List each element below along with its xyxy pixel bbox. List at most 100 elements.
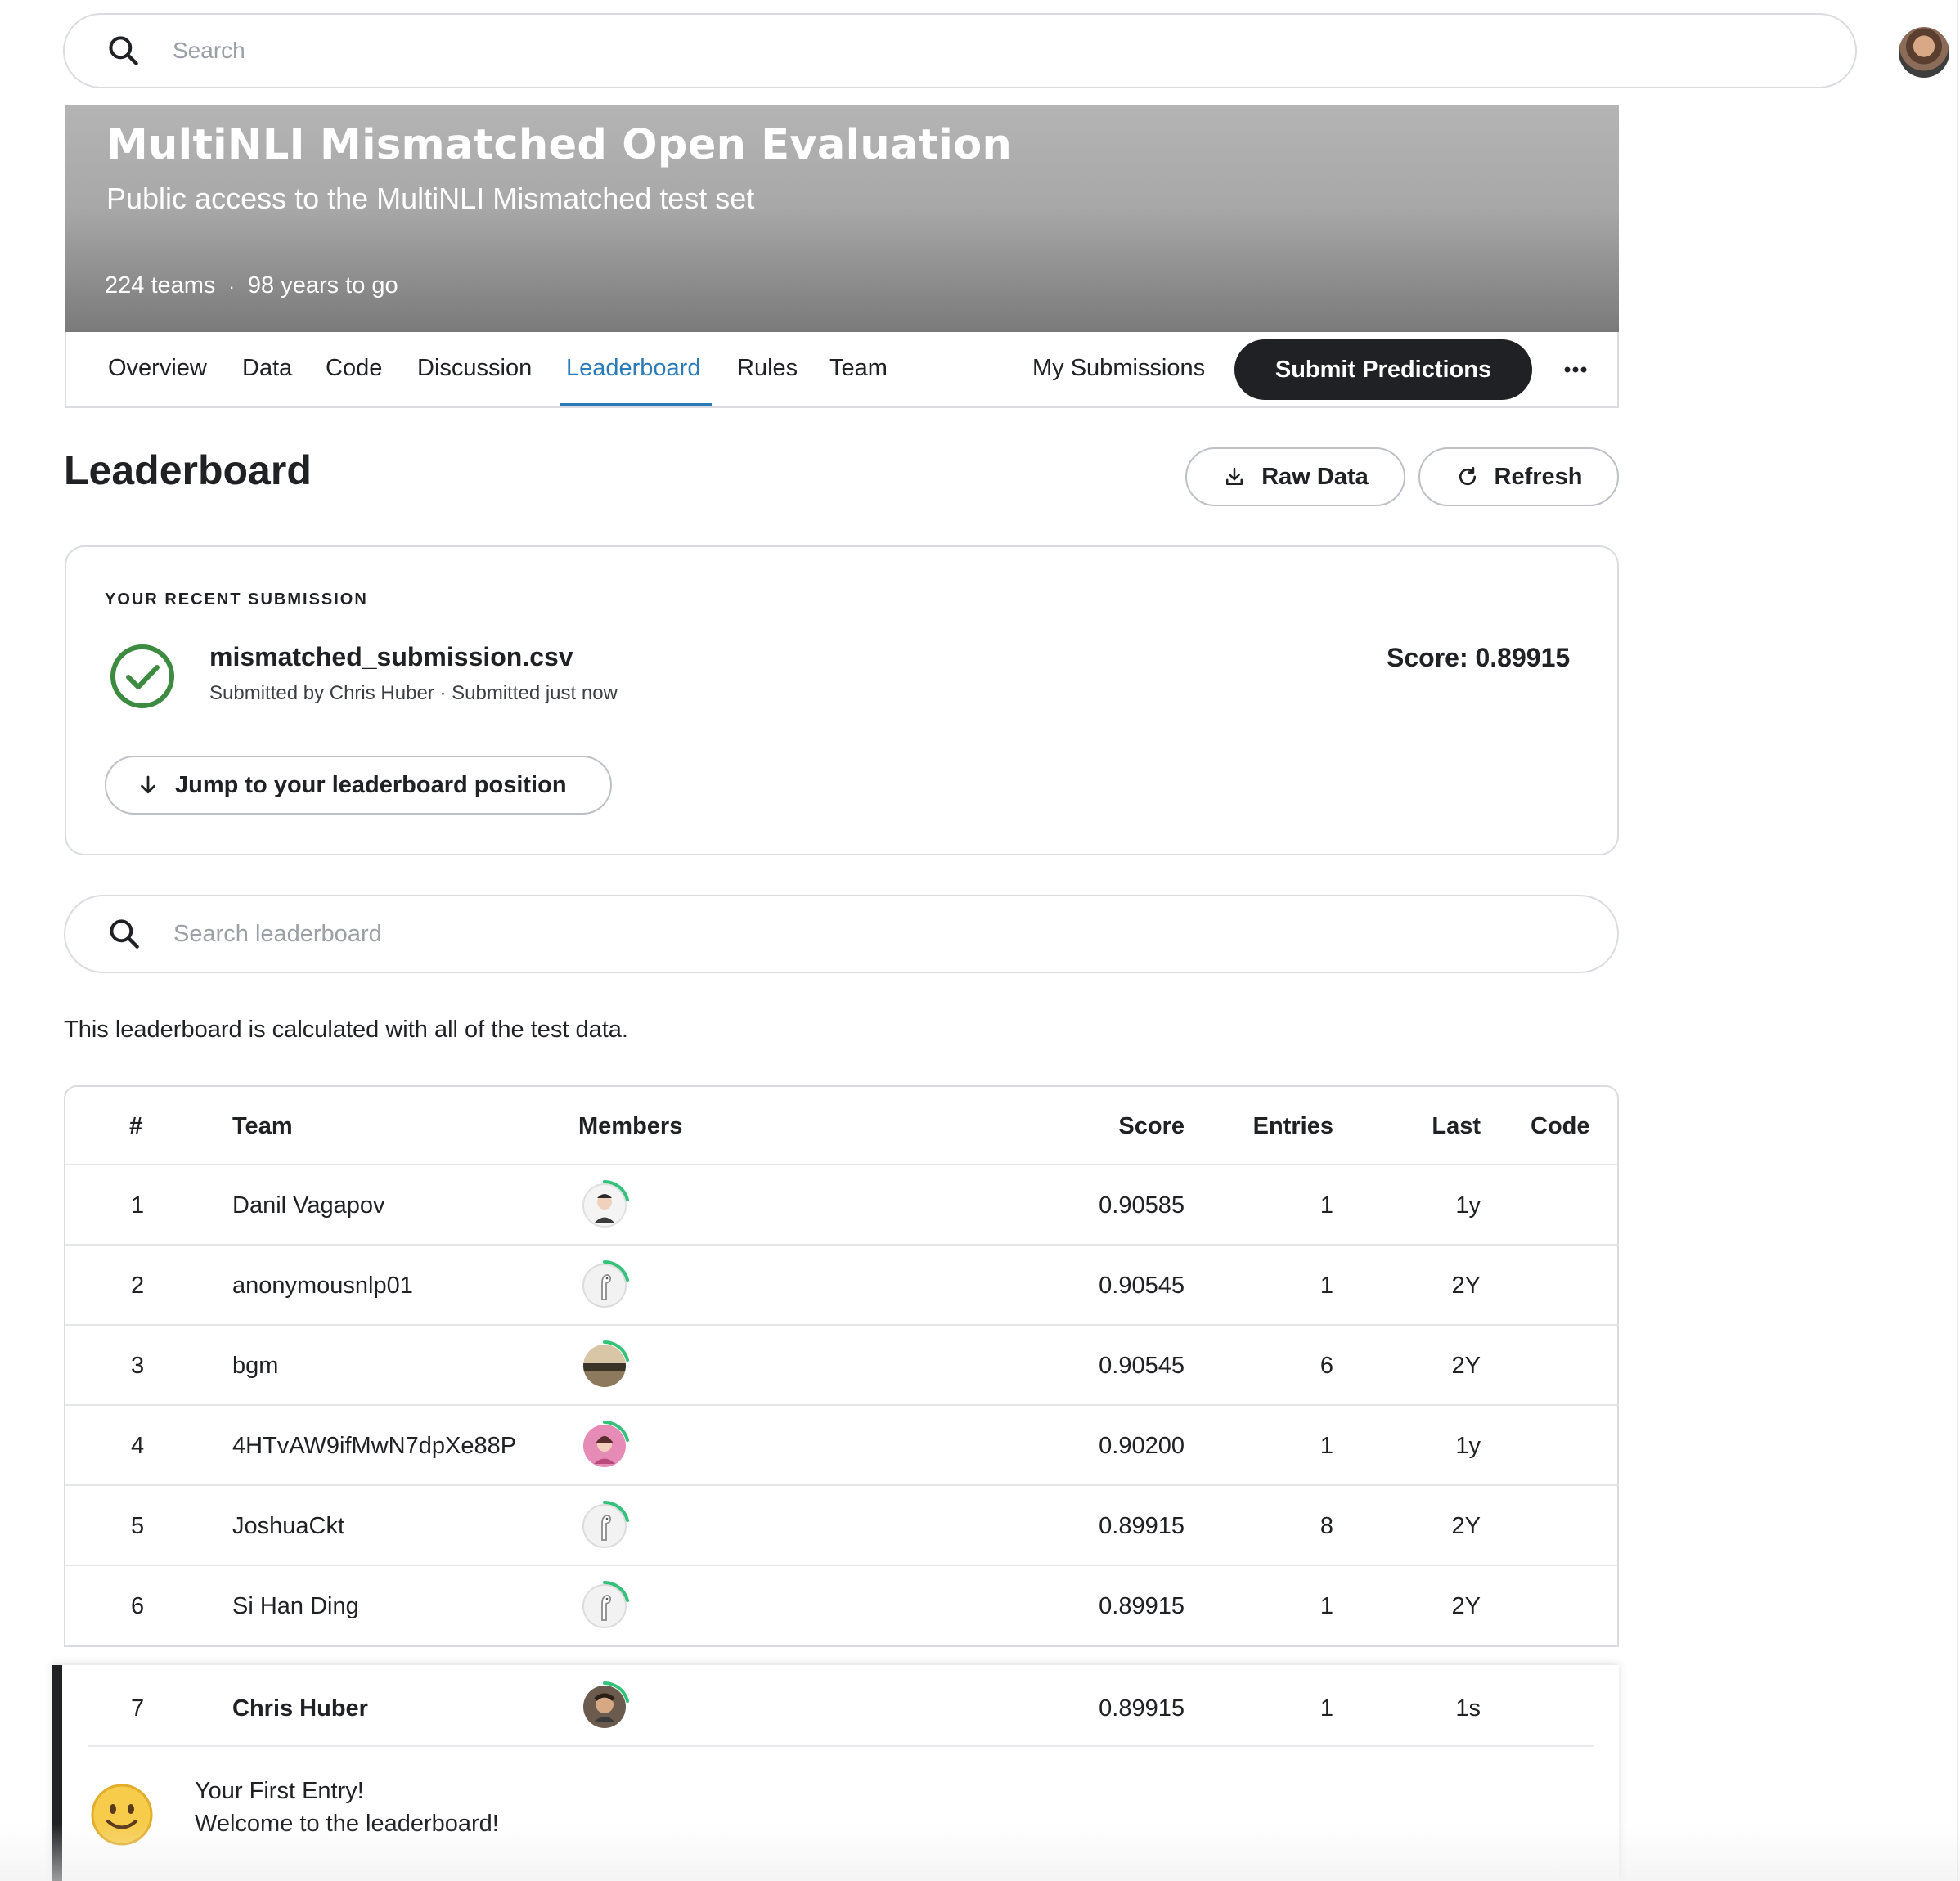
- row-rank: 2: [131, 1273, 145, 1299]
- page-edge-divider: [1957, 0, 1958, 1881]
- member-avatar[interactable]: [578, 1579, 632, 1637]
- first-entry-title: Your First Entry!: [195, 1778, 364, 1804]
- header-rank: #: [129, 1113, 143, 1139]
- jump-label: Jump to your leaderboard position: [175, 771, 567, 798]
- search-icon: [106, 916, 142, 952]
- my-row-score: 0.89915: [1099, 1695, 1185, 1722]
- search-icon: [106, 33, 142, 69]
- my-row-team[interactable]: Chris Huber: [232, 1695, 368, 1722]
- header-code: Code: [1531, 1113, 1590, 1139]
- member-avatar[interactable]: [578, 1499, 632, 1557]
- page-title: Leaderboard: [64, 447, 312, 493]
- my-row-rank: 7: [131, 1695, 145, 1722]
- submit-predictions-button[interactable]: Submit Predictions: [1234, 339, 1532, 400]
- row-last: 1y: [1455, 1433, 1481, 1459]
- competition-subtitle: Public access to the MultiNLI Mismatched…: [106, 182, 755, 215]
- refresh-label: Refresh: [1494, 463, 1583, 490]
- tab-leaderboard[interactable]: Leaderboard: [566, 355, 700, 382]
- row-entries: 1: [1319, 1192, 1333, 1219]
- user-avatar[interactable]: [1899, 27, 1949, 78]
- my-submissions-link[interactable]: My Submissions: [1032, 355, 1205, 382]
- my-row-member-avatar[interactable]: [578, 1680, 632, 1738]
- tab-overview[interactable]: Overview: [108, 355, 207, 382]
- member-avatar[interactable]: [578, 1259, 632, 1317]
- row-last: 2Y: [1451, 1353, 1481, 1379]
- tab-team[interactable]: Team: [829, 355, 888, 382]
- row-last: 2Y: [1451, 1593, 1481, 1619]
- row-rank: 6: [131, 1593, 145, 1619]
- search-placeholder: Search: [173, 38, 245, 63]
- divider: [88, 1745, 1594, 1747]
- row-rank: 4: [131, 1433, 145, 1459]
- header-team: Team: [232, 1113, 293, 1139]
- submission-file-name[interactable]: mismatched_submission.csv: [209, 642, 573, 672]
- smiley-icon: [90, 1783, 154, 1847]
- global-search-input[interactable]: Search: [63, 13, 1857, 88]
- tab-data[interactable]: Data: [242, 355, 292, 382]
- header-last[interactable]: Last: [1374, 1113, 1481, 1140]
- arrow-down-icon: [136, 773, 160, 797]
- row-rank: 3: [131, 1353, 145, 1379]
- header-score[interactable]: Score: [1063, 1113, 1185, 1140]
- check-circle-icon: [109, 643, 176, 710]
- leaderboard-search-input[interactable]: Search leaderboard: [64, 895, 1619, 973]
- row-score: 0.90545: [1099, 1353, 1185, 1379]
- leaderboard-search-placeholder: Search leaderboard: [173, 920, 382, 947]
- raw-data-label: Raw Data: [1261, 463, 1369, 490]
- row-divider: [65, 1484, 1618, 1486]
- my-row-entries: 1: [1319, 1695, 1333, 1722]
- team-count: 224 teams: [105, 272, 216, 299]
- tab-code[interactable]: Code: [326, 355, 382, 382]
- active-tab-indicator: [560, 403, 712, 406]
- row-score: 0.89915: [1099, 1593, 1185, 1619]
- meta-separator: ·: [228, 276, 235, 297]
- row-score: 0.89915: [1099, 1513, 1185, 1539]
- row-last: 2Y: [1451, 1513, 1481, 1539]
- row-score: 0.90200: [1099, 1433, 1185, 1459]
- row-last: 1y: [1455, 1192, 1481, 1219]
- row-team-name[interactable]: bgm: [232, 1353, 278, 1380]
- row-divider: [65, 1244, 1618, 1246]
- member-avatar[interactable]: [578, 1339, 632, 1397]
- tab-rules[interactable]: Rules: [737, 355, 798, 382]
- row-team-name[interactable]: Si Han Ding: [232, 1593, 359, 1620]
- row-team-name[interactable]: JoshuaCkt: [232, 1513, 344, 1540]
- row-team-name[interactable]: anonymousnlp01: [232, 1273, 413, 1300]
- recent-submission-label: YOUR RECENT SUBMISSION: [105, 590, 368, 608]
- leaderboard-note: This leaderboard is calculated with all …: [64, 1017, 628, 1043]
- competition-title: MultiNLI Mismatched Open Evaluation: [106, 121, 1013, 169]
- time-remaining: 98 years to go: [247, 272, 398, 299]
- row-divider: [65, 1404, 1618, 1406]
- row-divider: [65, 1324, 1618, 1326]
- row-rank: 5: [131, 1513, 145, 1539]
- jump-to-position-button[interactable]: Jump to your leaderboard position: [105, 756, 612, 815]
- member-avatar[interactable]: [578, 1178, 632, 1237]
- header-members: Members: [578, 1113, 683, 1139]
- download-icon: [1222, 465, 1247, 489]
- member-avatar[interactable]: [578, 1419, 632, 1477]
- row-score: 0.90585: [1099, 1192, 1185, 1219]
- row-entries: 8: [1319, 1513, 1333, 1539]
- submission-meta: Submitted by Chris Huber · Submitted jus…: [209, 682, 618, 704]
- refresh-icon: [1455, 465, 1480, 489]
- header-entries[interactable]: Entries: [1211, 1113, 1333, 1140]
- row-entries: 1: [1319, 1593, 1333, 1619]
- tab-discussion[interactable]: Discussion: [417, 355, 532, 382]
- row-last: 2Y: [1451, 1273, 1481, 1299]
- row-team-name[interactable]: Danil Vagapov: [232, 1192, 384, 1219]
- row-entries: 1: [1319, 1433, 1333, 1459]
- submission-score: Score: 0.89915: [1387, 643, 1571, 672]
- first-entry-message: Welcome to the leaderboard!: [195, 1811, 499, 1837]
- more-horizontal-icon[interactable]: [1558, 352, 1594, 388]
- raw-data-button[interactable]: Raw Data: [1185, 447, 1405, 506]
- row-divider: [65, 1565, 1618, 1566]
- row-entries: 6: [1319, 1353, 1333, 1379]
- row-entries: 1: [1319, 1273, 1333, 1299]
- row-rank: 1: [131, 1192, 145, 1219]
- row-team-name[interactable]: 4HTvAW9ifMwN7dpXe88P: [232, 1433, 516, 1460]
- competition-meta: 224 teams · 98 years to go: [105, 272, 398, 299]
- row-score: 0.90545: [1099, 1273, 1185, 1299]
- refresh-button[interactable]: Refresh: [1418, 447, 1619, 506]
- my-row-last: 1s: [1455, 1695, 1481, 1722]
- row-divider: [65, 1164, 1618, 1165]
